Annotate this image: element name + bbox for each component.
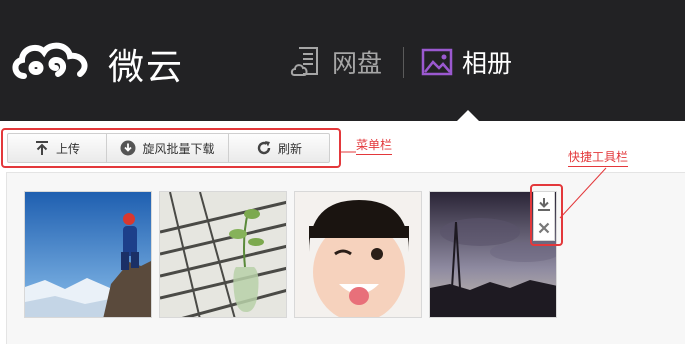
mountaineer-photo	[25, 192, 151, 317]
cloud-logo-icon	[12, 42, 88, 79]
photo-thumbnail[interactable]	[159, 191, 287, 318]
nav-tab-disk-label: 网盘	[332, 49, 383, 78]
quick-toolbar-annotation: 快捷工具栏	[568, 148, 629, 167]
weiyun-app: 微云 网盘 相册 上传 旋风批量下载 刷新 菜单栏 快捷工具栏	[0, 0, 685, 344]
cloud-document-icon	[290, 47, 318, 76]
weiyun-logo[interactable]: 微云	[10, 36, 190, 88]
menu-bar-annotation: 菜单栏	[356, 136, 393, 155]
menu-bar-highlight	[1, 128, 341, 168]
active-tab-pointer	[457, 110, 479, 121]
nav-divider	[403, 47, 404, 78]
nav-tab-album[interactable]: 相册	[420, 44, 512, 80]
photo-thumbnail[interactable]	[24, 191, 152, 318]
photo-thumbnail[interactable]	[294, 191, 422, 318]
top-header: 微云 网盘 相册	[0, 0, 685, 121]
nav-tab-disk[interactable]: 网盘	[290, 44, 382, 80]
nav-tab-album-label: 相册	[462, 49, 513, 78]
picture-icon	[421, 48, 453, 76]
child-winking-photo	[295, 192, 421, 317]
logo-text: 微云	[108, 47, 185, 88]
plant-vase-photo	[160, 192, 286, 317]
quick-toolbar-highlight	[530, 184, 563, 246]
